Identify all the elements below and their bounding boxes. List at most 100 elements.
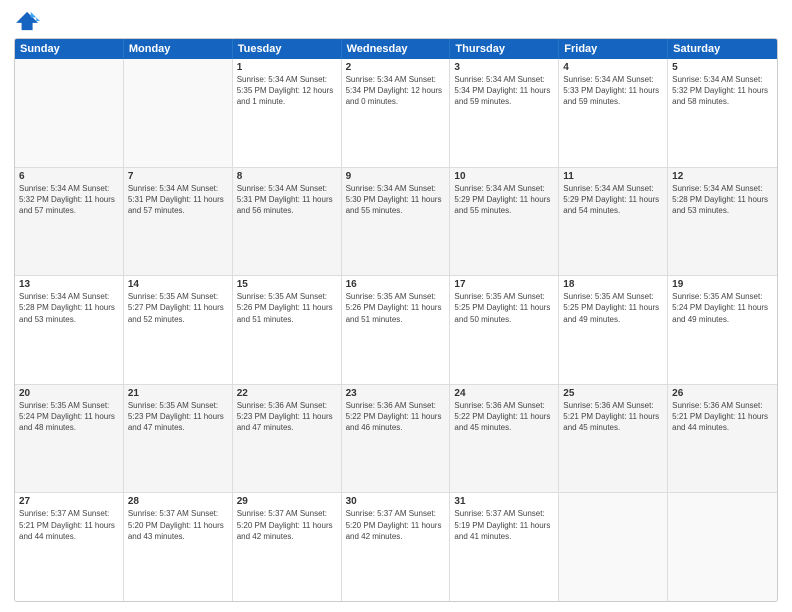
calendar-cell: 4Sunrise: 5:34 AM Sunset: 5:33 PM Daylig…	[559, 59, 668, 167]
calendar-cell: 16Sunrise: 5:35 AM Sunset: 5:26 PM Dayli…	[342, 276, 451, 384]
cell-date: 25	[563, 388, 663, 399]
day-header-monday: Monday	[124, 39, 233, 59]
cell-date: 7	[128, 171, 228, 182]
cell-date: 11	[563, 171, 663, 182]
cell-date: 19	[672, 279, 773, 290]
cell-date: 2	[346, 62, 446, 73]
cell-date: 10	[454, 171, 554, 182]
cell-info: Sunrise: 5:35 AM Sunset: 5:26 PM Dayligh…	[346, 291, 446, 325]
calendar-cell: 28Sunrise: 5:37 AM Sunset: 5:20 PM Dayli…	[124, 493, 233, 601]
cell-date: 20	[19, 388, 119, 399]
cell-date: 27	[19, 496, 119, 507]
cell-date: 26	[672, 388, 773, 399]
cell-date: 15	[237, 279, 337, 290]
cell-info: Sunrise: 5:34 AM Sunset: 5:28 PM Dayligh…	[672, 183, 773, 217]
cell-info: Sunrise: 5:36 AM Sunset: 5:22 PM Dayligh…	[346, 400, 446, 434]
cell-info: Sunrise: 5:34 AM Sunset: 5:33 PM Dayligh…	[563, 74, 663, 108]
cell-date: 6	[19, 171, 119, 182]
calendar-cell: 25Sunrise: 5:36 AM Sunset: 5:21 PM Dayli…	[559, 385, 668, 493]
cell-date: 1	[237, 62, 337, 73]
cell-info: Sunrise: 5:35 AM Sunset: 5:25 PM Dayligh…	[454, 291, 554, 325]
cell-date: 3	[454, 62, 554, 73]
calendar-cell: 13Sunrise: 5:34 AM Sunset: 5:28 PM Dayli…	[15, 276, 124, 384]
calendar-cell: 22Sunrise: 5:36 AM Sunset: 5:23 PM Dayli…	[233, 385, 342, 493]
cell-info: Sunrise: 5:34 AM Sunset: 5:34 PM Dayligh…	[346, 74, 446, 108]
day-header-thursday: Thursday	[450, 39, 559, 59]
calendar-cell: 18Sunrise: 5:35 AM Sunset: 5:25 PM Dayli…	[559, 276, 668, 384]
cell-info: Sunrise: 5:34 AM Sunset: 5:32 PM Dayligh…	[672, 74, 773, 108]
cell-info: Sunrise: 5:36 AM Sunset: 5:22 PM Dayligh…	[454, 400, 554, 434]
calendar-week-2: 6Sunrise: 5:34 AM Sunset: 5:32 PM Daylig…	[15, 168, 777, 277]
cell-date: 22	[237, 388, 337, 399]
page: SundayMondayTuesdayWednesdayThursdayFrid…	[0, 0, 792, 612]
calendar-body: 1Sunrise: 5:34 AM Sunset: 5:35 PM Daylig…	[15, 59, 777, 601]
calendar-cell: 3Sunrise: 5:34 AM Sunset: 5:34 PM Daylig…	[450, 59, 559, 167]
cell-info: Sunrise: 5:37 AM Sunset: 5:20 PM Dayligh…	[346, 508, 446, 542]
calendar-cell: 26Sunrise: 5:36 AM Sunset: 5:21 PM Dayli…	[668, 385, 777, 493]
calendar-cell: 7Sunrise: 5:34 AM Sunset: 5:31 PM Daylig…	[124, 168, 233, 276]
calendar-cell: 20Sunrise: 5:35 AM Sunset: 5:24 PM Dayli…	[15, 385, 124, 493]
calendar-cell: 21Sunrise: 5:35 AM Sunset: 5:23 PM Dayli…	[124, 385, 233, 493]
cell-date: 13	[19, 279, 119, 290]
calendar-cell: 10Sunrise: 5:34 AM Sunset: 5:29 PM Dayli…	[450, 168, 559, 276]
cell-info: Sunrise: 5:34 AM Sunset: 5:30 PM Dayligh…	[346, 183, 446, 217]
calendar-cell: 6Sunrise: 5:34 AM Sunset: 5:32 PM Daylig…	[15, 168, 124, 276]
calendar-cell: 5Sunrise: 5:34 AM Sunset: 5:32 PM Daylig…	[668, 59, 777, 167]
cell-date: 29	[237, 496, 337, 507]
cell-date: 12	[672, 171, 773, 182]
calendar-cell: 17Sunrise: 5:35 AM Sunset: 5:25 PM Dayli…	[450, 276, 559, 384]
calendar-cell: 9Sunrise: 5:34 AM Sunset: 5:30 PM Daylig…	[342, 168, 451, 276]
cell-info: Sunrise: 5:34 AM Sunset: 5:31 PM Dayligh…	[237, 183, 337, 217]
cell-info: Sunrise: 5:34 AM Sunset: 5:28 PM Dayligh…	[19, 291, 119, 325]
cell-info: Sunrise: 5:37 AM Sunset: 5:19 PM Dayligh…	[454, 508, 554, 542]
cell-info: Sunrise: 5:34 AM Sunset: 5:29 PM Dayligh…	[563, 183, 663, 217]
calendar-cell	[124, 59, 233, 167]
cell-info: Sunrise: 5:37 AM Sunset: 5:20 PM Dayligh…	[237, 508, 337, 542]
cell-info: Sunrise: 5:34 AM Sunset: 5:34 PM Dayligh…	[454, 74, 554, 108]
cell-info: Sunrise: 5:34 AM Sunset: 5:29 PM Dayligh…	[454, 183, 554, 217]
cell-date: 14	[128, 279, 228, 290]
cell-date: 24	[454, 388, 554, 399]
cell-info: Sunrise: 5:36 AM Sunset: 5:21 PM Dayligh…	[563, 400, 663, 434]
cell-info: Sunrise: 5:35 AM Sunset: 5:24 PM Dayligh…	[672, 291, 773, 325]
calendar-cell: 19Sunrise: 5:35 AM Sunset: 5:24 PM Dayli…	[668, 276, 777, 384]
cell-info: Sunrise: 5:35 AM Sunset: 5:26 PM Dayligh…	[237, 291, 337, 325]
cell-info: Sunrise: 5:36 AM Sunset: 5:23 PM Dayligh…	[237, 400, 337, 434]
calendar-cell	[559, 493, 668, 601]
calendar-cell: 31Sunrise: 5:37 AM Sunset: 5:19 PM Dayli…	[450, 493, 559, 601]
calendar-cell: 14Sunrise: 5:35 AM Sunset: 5:27 PM Dayli…	[124, 276, 233, 384]
calendar-cell: 30Sunrise: 5:37 AM Sunset: 5:20 PM Dayli…	[342, 493, 451, 601]
calendar-cell: 29Sunrise: 5:37 AM Sunset: 5:20 PM Dayli…	[233, 493, 342, 601]
calendar-cell	[668, 493, 777, 601]
day-header-friday: Friday	[559, 39, 668, 59]
header	[14, 10, 778, 32]
calendar-cell	[15, 59, 124, 167]
calendar: SundayMondayTuesdayWednesdayThursdayFrid…	[14, 38, 778, 602]
day-header-tuesday: Tuesday	[233, 39, 342, 59]
cell-info: Sunrise: 5:35 AM Sunset: 5:23 PM Dayligh…	[128, 400, 228, 434]
calendar-cell: 15Sunrise: 5:35 AM Sunset: 5:26 PM Dayli…	[233, 276, 342, 384]
cell-date: 8	[237, 171, 337, 182]
cell-date: 4	[563, 62, 663, 73]
cell-info: Sunrise: 5:35 AM Sunset: 5:25 PM Dayligh…	[563, 291, 663, 325]
calendar-cell: 27Sunrise: 5:37 AM Sunset: 5:21 PM Dayli…	[15, 493, 124, 601]
cell-date: 16	[346, 279, 446, 290]
cell-date: 30	[346, 496, 446, 507]
calendar-week-3: 13Sunrise: 5:34 AM Sunset: 5:28 PM Dayli…	[15, 276, 777, 385]
cell-info: Sunrise: 5:35 AM Sunset: 5:27 PM Dayligh…	[128, 291, 228, 325]
cell-date: 9	[346, 171, 446, 182]
cell-info: Sunrise: 5:34 AM Sunset: 5:32 PM Dayligh…	[19, 183, 119, 217]
cell-date: 18	[563, 279, 663, 290]
day-header-saturday: Saturday	[668, 39, 777, 59]
calendar-cell: 1Sunrise: 5:34 AM Sunset: 5:35 PM Daylig…	[233, 59, 342, 167]
cell-date: 31	[454, 496, 554, 507]
cell-info: Sunrise: 5:37 AM Sunset: 5:21 PM Dayligh…	[19, 508, 119, 542]
cell-info: Sunrise: 5:37 AM Sunset: 5:20 PM Dayligh…	[128, 508, 228, 542]
calendar-cell: 8Sunrise: 5:34 AM Sunset: 5:31 PM Daylig…	[233, 168, 342, 276]
logo-icon	[14, 10, 42, 32]
logo	[14, 10, 46, 32]
calendar-week-4: 20Sunrise: 5:35 AM Sunset: 5:24 PM Dayli…	[15, 385, 777, 494]
cell-info: Sunrise: 5:34 AM Sunset: 5:35 PM Dayligh…	[237, 74, 337, 108]
cell-info: Sunrise: 5:35 AM Sunset: 5:24 PM Dayligh…	[19, 400, 119, 434]
day-header-sunday: Sunday	[15, 39, 124, 59]
